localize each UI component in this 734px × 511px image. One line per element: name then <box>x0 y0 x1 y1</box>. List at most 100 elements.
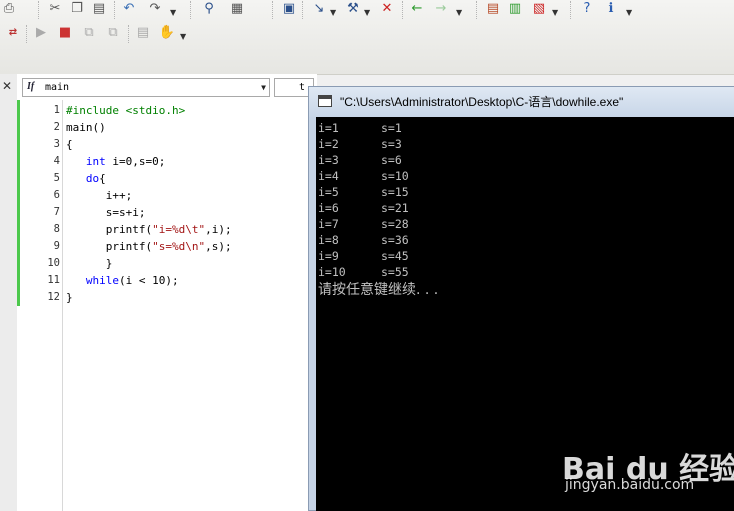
line-number: 1 <box>53 104 60 116</box>
code-line[interactable]: } <box>66 289 73 306</box>
toolbar-separator <box>38 1 40 19</box>
stop-build-dropdown-icon[interactable]: ▼ <box>364 8 370 17</box>
dock-strip <box>0 74 18 511</box>
line-number: 5 <box>53 172 60 184</box>
function-combo-value: main <box>45 82 70 93</box>
print-icon[interactable]: ⎙ <box>0 0 18 18</box>
delete-icon[interactable]: ✕ <box>378 0 396 18</box>
line-number: 6 <box>53 189 60 201</box>
undo-icon[interactable]: ↶ <box>120 0 138 18</box>
code-line[interactable]: int i=0,s=0; <box>66 153 165 170</box>
toolbar-separator <box>114 1 116 19</box>
output-i-value: i=9 <box>318 249 339 263</box>
stop-icon[interactable]: ■ <box>56 24 74 42</box>
toolbar-separator <box>476 1 478 19</box>
paste-icon[interactable]: ▤ <box>90 0 108 18</box>
code-line[interactable]: printf("i=%d\t",i); <box>66 221 232 238</box>
stop-build-icon[interactable]: ⚒ <box>344 0 362 18</box>
forward-icon[interactable]: → <box>432 0 450 18</box>
output-i-value: i=6 <box>318 201 339 215</box>
code-line[interactable]: printf("s=%d\n",s); <box>66 238 232 255</box>
close-icon[interactable]: ✕ <box>2 80 14 92</box>
build-dropdown-icon[interactable]: ▼ <box>330 8 336 17</box>
output-i-value: i=2 <box>318 137 339 151</box>
code-token: #include <stdio.h> <box>66 104 186 117</box>
toolbar-row-1: ⎙ ✂ ❐ ▤ ↶ ↷ ▼ ⚲ ▦ ▣ ↘ ▼ ⚒ ▼ ✕ ← → ▼ ▤ ▥ … <box>0 0 734 24</box>
watermark-url: jingyan.baidu.com <box>565 477 695 493</box>
window-list-icon[interactable]: ▧ <box>530 0 548 18</box>
output-i-value: i=10 <box>318 265 346 279</box>
line-number: 7 <box>53 206 60 218</box>
output-s-value: s=3 <box>381 137 402 151</box>
line-number: 12 <box>47 291 60 303</box>
workspace-icon[interactable]: ▤ <box>484 0 502 18</box>
function-combo[interactable]: If main ▼ <box>22 78 270 97</box>
compile-icon[interactable]: ▣ <box>280 0 298 18</box>
code-token: int <box>85 155 106 168</box>
output-icon[interactable]: ▥ <box>506 0 524 18</box>
code-line[interactable]: } <box>66 255 113 272</box>
code-line[interactable]: while(i < 10); <box>66 272 179 289</box>
cut-icon[interactable]: ✂ <box>46 0 64 18</box>
output-i-value: i=7 <box>318 217 339 231</box>
hand-icon[interactable]: ✋ <box>158 24 176 42</box>
output-s-value: s=45 <box>381 249 409 263</box>
code-token: "i=%d\t" <box>152 223 206 236</box>
output-s-value: s=55 <box>381 265 409 279</box>
console-prompt: 请按任意键继续. . . <box>318 282 439 298</box>
line-number: 11 <box>47 274 60 286</box>
info-icon[interactable]: ℹ <box>602 0 620 18</box>
redo-dropdown-icon[interactable]: ▼ <box>170 8 176 17</box>
line-number: 3 <box>53 138 60 150</box>
output-i-value: i=1 <box>318 121 339 135</box>
output-s-value: s=15 <box>381 185 409 199</box>
output-i-value: i=3 <box>318 153 339 167</box>
output-i-value: i=5 <box>318 185 339 199</box>
back-icon[interactable]: ← <box>408 0 426 18</box>
copy-icon[interactable]: ❐ <box>68 0 86 18</box>
output-s-value: s=36 <box>381 233 409 247</box>
toolbar-separator <box>402 1 404 19</box>
code-line[interactable]: s=s+i; <box>66 204 146 221</box>
window-list-dropdown-icon[interactable]: ▼ <box>552 8 558 17</box>
forward-dropdown-icon[interactable]: ▼ <box>456 8 462 17</box>
run-icon[interactable]: ▶ <box>32 24 50 42</box>
toolbar-separator <box>128 25 130 43</box>
chevron-down-icon[interactable]: ▼ <box>261 83 266 92</box>
toolbar-row-2: ⇄ ▶ ■ ⧉ ⧉ ▤ ✋ ▼ <box>0 24 734 48</box>
toolbar-separator <box>26 25 28 43</box>
code-line[interactable]: #include <stdio.h> <box>66 102 185 119</box>
function-icon: If <box>27 81 35 92</box>
code-line[interactable]: { <box>66 136 73 153</box>
output-i-value: i=8 <box>318 233 339 247</box>
output-s-value: s=10 <box>381 169 409 183</box>
hand-dropdown-icon[interactable]: ▼ <box>180 32 186 41</box>
code-line[interactable]: i++; <box>66 187 133 204</box>
debug-step-icon[interactable]: ⧉ <box>80 24 98 42</box>
code-token: while <box>85 274 119 287</box>
output-s-value: s=21 <box>381 201 409 215</box>
secondary-combo-value: t <box>299 82 306 93</box>
redo-icon[interactable]: ↷ <box>146 0 164 18</box>
debug-step2-icon[interactable]: ⧉ <box>104 24 122 42</box>
gutter-divider <box>62 100 63 511</box>
toolbar-separator <box>302 1 304 19</box>
code-line[interactable]: do{ <box>66 170 106 187</box>
output-s-value: s=1 <box>381 121 402 135</box>
console-app-icon[interactable] <box>318 95 332 107</box>
find-icon[interactable]: ⚲ <box>200 0 218 18</box>
code-line[interactable]: main() <box>66 119 106 136</box>
info-dropdown-icon[interactable]: ▼ <box>626 8 632 17</box>
line-number: 4 <box>53 155 60 167</box>
output-i-value: i=4 <box>318 169 339 183</box>
output-s-value: s=28 <box>381 217 409 231</box>
line-number: 8 <box>53 223 60 235</box>
line-number: 10 <box>47 257 60 269</box>
wizard-icon[interactable]: ⇄ <box>4 24 22 42</box>
build-icon[interactable]: ↘ <box>310 0 328 18</box>
breakpoint-icon[interactable]: ▤ <box>134 24 152 42</box>
line-number-gutter: 1 2 3 4 5 6 7 8 9 10 11 12 <box>20 100 62 511</box>
toolbar-separator <box>570 1 572 19</box>
find-in-files-icon[interactable]: ▦ <box>228 0 246 18</box>
help-icon[interactable]: ? <box>578 0 596 18</box>
